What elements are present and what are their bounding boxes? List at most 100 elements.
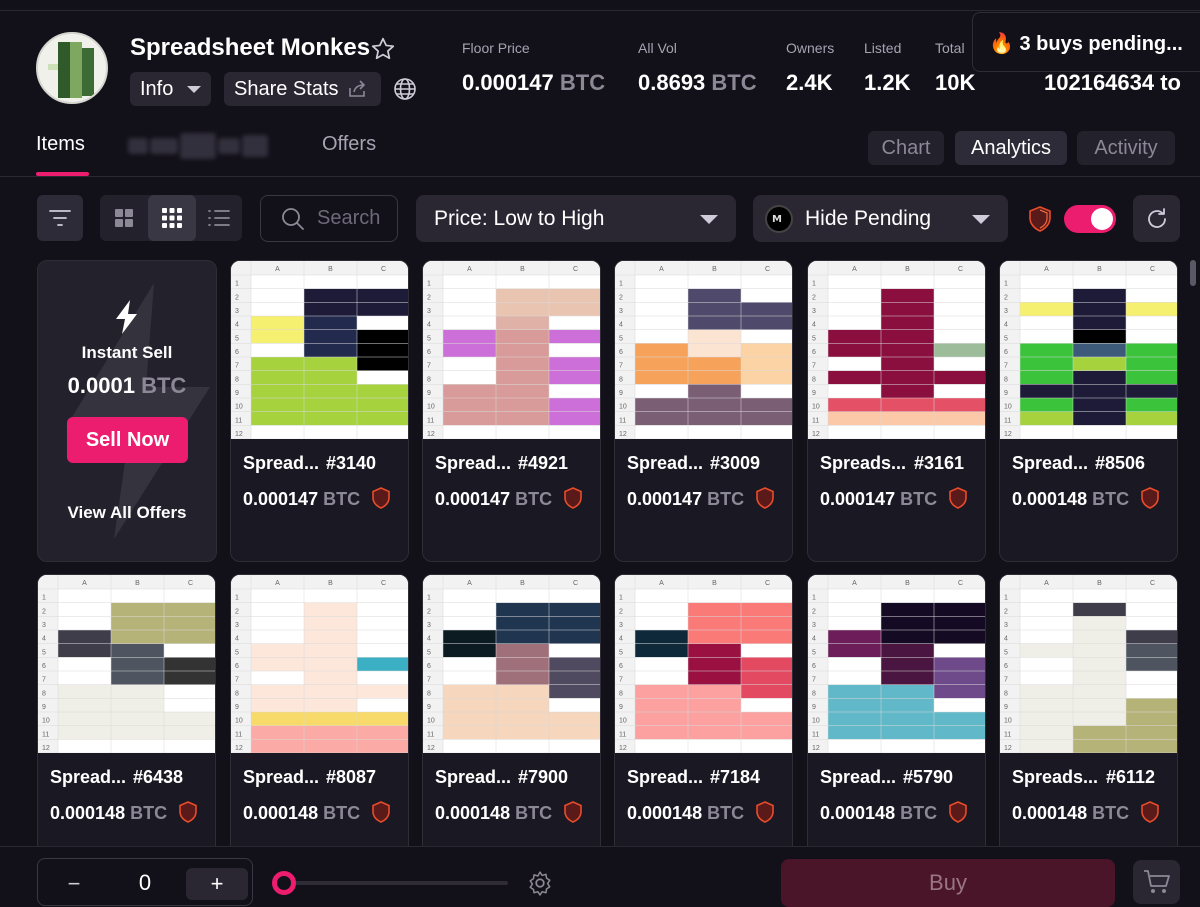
nft-card[interactable]: A B C 1 2 3 4 5 6 7 8 9 10 11 12 Spread... #8087 0.000148… <box>230 574 409 848</box>
svg-text:12: 12 <box>1004 745 1012 752</box>
svg-text:1: 1 <box>1004 281 1008 288</box>
stat-total-label: Total <box>935 40 965 56</box>
svg-text:4: 4 <box>812 322 816 329</box>
sort-select[interactable]: Price: Low to High <box>416 195 736 242</box>
svg-text:12: 12 <box>427 431 435 438</box>
view-all-offers-link[interactable]: View All Offers <box>38 503 216 523</box>
svg-text:8: 8 <box>427 376 431 383</box>
nft-number: #7900 <box>518 767 569 787</box>
instant-sell-card: Instant Sell 0.0001 BTC Sell Now View Al… <box>37 260 217 562</box>
svg-text:3: 3 <box>619 622 623 629</box>
tab-offers[interactable]: Offers <box>322 133 376 156</box>
svg-text:7: 7 <box>427 677 431 684</box>
svg-text:12: 12 <box>619 745 627 752</box>
svg-text:5: 5 <box>812 335 816 342</box>
list-view-button[interactable] <box>196 195 242 241</box>
nft-name: Spread... <box>435 767 512 787</box>
svg-text:1: 1 <box>235 281 239 288</box>
svg-text:8: 8 <box>235 690 239 697</box>
verified-shield-icon <box>1029 206 1051 232</box>
nft-name: Spread... <box>627 453 704 473</box>
scrollbar-thumb[interactable] <box>1190 260 1196 286</box>
svg-text:C: C <box>573 580 578 587</box>
sweep-slider-track[interactable] <box>283 881 508 885</box>
info-label: Info <box>140 77 174 100</box>
stat-owners-label: Owners <box>786 40 835 56</box>
gear-icon[interactable] <box>527 870 553 896</box>
share-stats-label: Share Stats <box>234 77 339 100</box>
tab-analytics[interactable]: Analytics <box>955 131 1067 165</box>
nft-price: 0.000147 BTC <box>435 489 553 509</box>
svg-text:8: 8 <box>619 690 623 697</box>
nft-card[interactable]: A B C 1 2 3 4 5 6 7 8 9 10 11 12 Spreads... #6112 0.00014… <box>999 574 1178 848</box>
pending-filter-select[interactable]: M Hide Pending <box>753 195 1008 242</box>
nft-name: Spread... <box>50 767 127 787</box>
favorite-star-icon[interactable] <box>370 36 396 62</box>
nft-card[interactable]: A B C 1 2 3 4 5 6 7 8 9 10 11 12 Spread... #7184 0.000148… <box>614 574 793 848</box>
nft-card[interactable]: A B C 1 2 3 4 5 6 7 8 9 10 11 12 Spread... #7900 0.000148… <box>422 574 601 848</box>
cart-button[interactable] <box>1133 860 1180 904</box>
large-grid-view-button[interactable] <box>100 195 148 241</box>
nft-number: #5790 <box>903 767 954 787</box>
nft-card[interactable]: A B C 1 2 3 4 5 6 7 8 9 10 11 12 Spread... #5790 0.000148… <box>807 574 986 848</box>
verified-only-toggle[interactable] <box>1064 205 1116 233</box>
svg-text:1: 1 <box>1004 595 1008 602</box>
quantity-value[interactable]: 0 <box>130 870 160 896</box>
stat-listed-label: Listed <box>864 40 902 56</box>
svg-text:A: A <box>852 266 857 273</box>
svg-text:1: 1 <box>812 595 816 602</box>
svg-text:C: C <box>381 266 386 273</box>
decrement-button[interactable]: − <box>43 868 105 900</box>
small-grid-view-button[interactable] <box>148 195 196 241</box>
chevron-down-icon <box>187 85 202 93</box>
svg-text:8: 8 <box>427 690 431 697</box>
info-dropdown[interactable]: Info <box>130 72 211 106</box>
pending-buys-banner[interactable]: 🔥 3 buys pending... <box>972 12 1200 72</box>
svg-text:B: B <box>1097 580 1102 587</box>
globe-icon[interactable] <box>393 77 417 101</box>
collection-avatar <box>36 32 108 104</box>
svg-text:5: 5 <box>812 649 816 656</box>
svg-text:9: 9 <box>812 390 816 397</box>
tab-items[interactable]: Items <box>36 133 85 156</box>
nft-card[interactable]: A B C 1 2 3 4 5 6 7 8 9 10 11 12 Spread... #3009 0.000147… <box>614 260 793 562</box>
svg-text:8: 8 <box>1004 376 1008 383</box>
nft-card[interactable]: A B C 1 2 3 4 5 6 7 8 9 10 11 12 Spread... #8506 0.000148… <box>999 260 1178 562</box>
svg-text:1: 1 <box>427 595 431 602</box>
verified-shield-icon <box>948 487 968 509</box>
svg-text:3: 3 <box>235 308 239 315</box>
svg-text:9: 9 <box>427 704 431 711</box>
tab-activity[interactable]: Activity <box>1077 131 1175 165</box>
filter-button[interactable] <box>37 195 83 241</box>
svg-text:B: B <box>1097 266 1102 273</box>
search-input[interactable] <box>317 207 387 230</box>
tab-blurred[interactable] <box>128 128 283 164</box>
sell-now-button[interactable]: Sell Now <box>67 417 188 463</box>
svg-text:1: 1 <box>42 595 46 602</box>
svg-text:C: C <box>765 266 770 273</box>
svg-text:9: 9 <box>812 704 816 711</box>
svg-text:9: 9 <box>619 704 623 711</box>
svg-text:A: A <box>852 580 857 587</box>
search-box[interactable] <box>260 195 398 242</box>
svg-text:12: 12 <box>812 745 820 752</box>
nft-card[interactable]: A B C 1 2 3 4 5 6 7 8 9 10 11 12 Spread... #4921 0.000147… <box>422 260 601 562</box>
svg-text:10: 10 <box>235 718 243 725</box>
increment-button[interactable]: + <box>186 868 248 900</box>
nft-number: #6438 <box>133 767 184 787</box>
sweep-slider-knob[interactable] <box>272 871 296 895</box>
tab-chart[interactable]: Chart <box>868 131 944 165</box>
nft-card[interactable]: A B C 1 2 3 4 5 6 7 8 9 10 11 12 Spread... #3140 0.000147… <box>230 260 409 562</box>
svg-text:4: 4 <box>619 636 623 643</box>
svg-text:8: 8 <box>619 376 623 383</box>
svg-text:12: 12 <box>42 745 50 752</box>
share-stats-button[interactable]: Share Stats <box>224 72 381 106</box>
svg-text:2: 2 <box>235 608 239 615</box>
refresh-button[interactable] <box>1133 195 1180 242</box>
nft-number: #7184 <box>710 767 761 787</box>
svg-text:11: 11 <box>812 731 819 738</box>
nft-number: #8506 <box>1095 453 1146 473</box>
collection-title: Spreadsheet Monkes <box>130 34 371 61</box>
nft-card[interactable]: A B C 1 2 3 4 5 6 7 8 9 10 11 12 Spread... #6438 0.000148… <box>37 574 216 848</box>
nft-card[interactable]: A B C 1 2 3 4 5 6 7 8 9 10 11 12 Spreads... #3161 0.00014… <box>807 260 986 562</box>
